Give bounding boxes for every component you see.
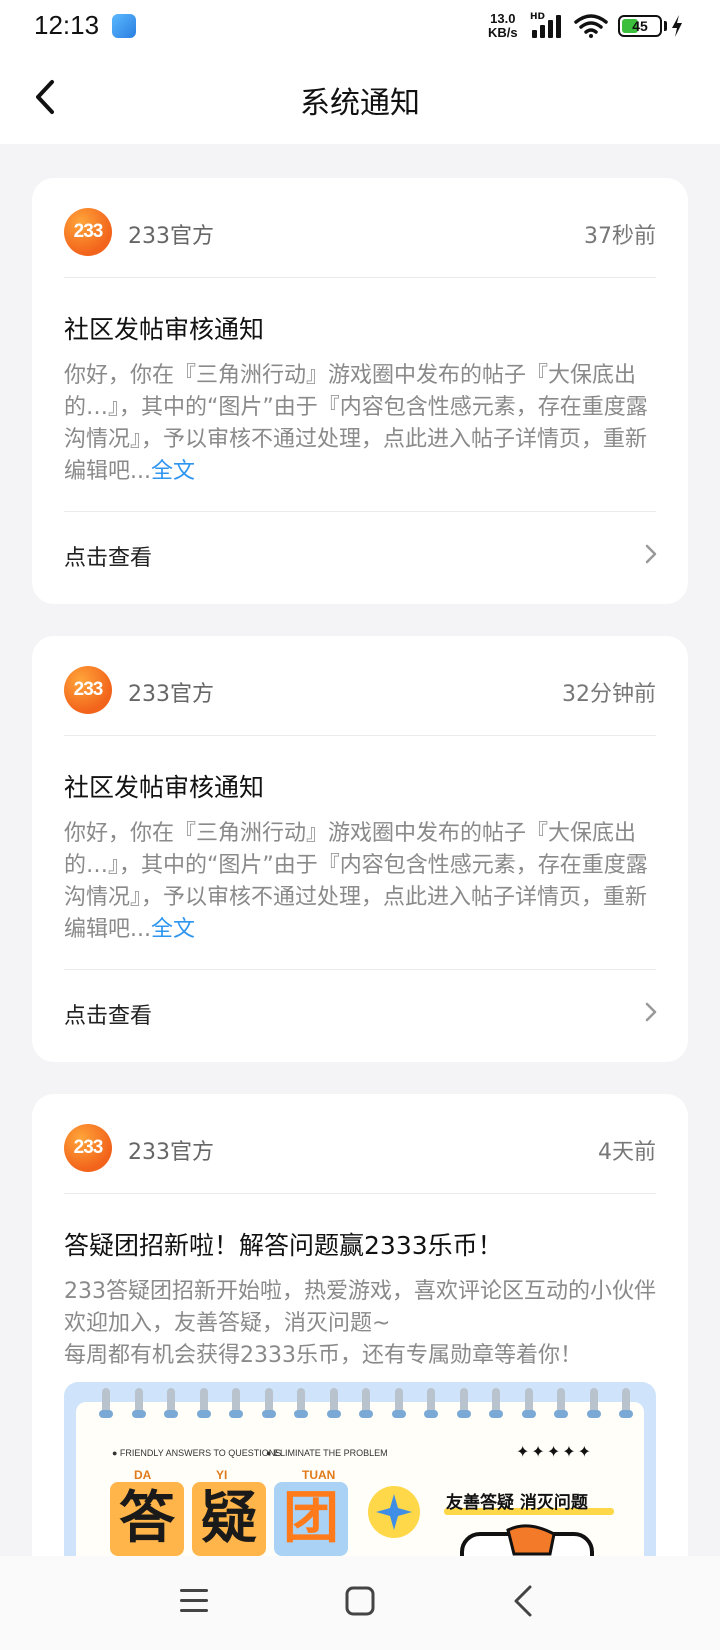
banner-char: 团 [274,1482,348,1556]
home-icon[interactable] [332,1576,388,1626]
avatar[interactable]: 233 [64,1124,112,1172]
card-header: 233 233官方 37秒前 [64,208,656,258]
notification-card[interactable]: 233 233官方 4天前 答疑团招新啦！解答问题赢2333乐币！ 233答疑团… [32,1094,688,1556]
banner-tag: ● FRIENDLY ANSWERS TO QUESTIONS [112,1448,282,1458]
calendar-ring-hole [521,1410,536,1418]
full-text-link[interactable]: 全文 [151,459,195,484]
notification-body: 你好，你在『三角洲行动』游戏圈中发布的帖子『大保底出的…』，其中的“图片”由于『… [64,360,656,488]
view-details-label: 点击查看 [64,546,153,571]
divider [64,1193,656,1194]
calendar-ring-hole [294,1410,308,1418]
battery-icon: 45 [618,15,662,37]
network-speed: 13.0 KB/s [488,12,518,40]
timestamp: 37秒前 [584,224,656,249]
view-details-label: 点击查看 [64,1004,153,1029]
system-nav-bar [0,1556,720,1650]
notification-body: 你好，你在『三角洲行动』游戏圈中发布的帖子『大保底出的…』，其中的“图片”由于『… [64,818,656,946]
banner-calendar: ● FRIENDLY ANSWERS TO QUESTIONS ● ELIMIN… [76,1402,644,1556]
notification-text: 233答疑团招新开始啦，热爱游戏，喜欢评论区互动的小伙伴欢迎加入，友善答疑，消灭… [64,1279,656,1336]
battery-level: 45 [632,18,648,34]
status-time: 12:13 [34,10,100,40]
signal-icon [532,15,561,38]
notification-title: 答疑团招新啦！解答问题赢2333乐币！ [64,1231,503,1260]
sender-name: 233官方 [128,682,214,707]
banner-slogan: 友善答疑 消灭问题 [446,1493,588,1513]
card-header: 233 233官方 4天前 [64,1124,656,1174]
timestamp: 32分钟前 [562,682,656,707]
calendar-ring-hole [196,1410,211,1418]
calendar-ring-hole [424,1410,438,1418]
pinyin-label: YI [216,1468,228,1482]
calendar-ring-hole [456,1410,471,1418]
sender-name: 233官方 [128,1140,214,1165]
avatar[interactable]: 233 [64,666,112,714]
page-title: 系统通知 [300,86,420,121]
calendar-ring-hole [229,1410,243,1418]
network-speed-unit: KB/s [488,25,518,40]
status-bar: 12:13 13.0 KB/s HD 45 [0,0,720,52]
chevron-right-icon [645,1002,657,1022]
pinyin-label: DA [134,1468,152,1482]
notification-body: 233答疑团招新开始啦，热爱游戏，喜欢评论区互动的小伙伴欢迎加入，友善答疑，消灭… [64,1276,656,1372]
wifi-icon [574,14,608,38]
sender-name: 233官方 [128,224,214,249]
calendar-ring-hole [619,1410,633,1418]
nav-bar: 系统通知 [0,52,720,144]
calendar-ring-hole [554,1410,568,1418]
calendar-ring-hole [164,1410,178,1418]
stars-decoration: ✦✦✦✦✦ [516,1442,594,1461]
battery-tip [664,21,667,31]
mascot-icon [460,1524,594,1556]
notification-card[interactable]: 233 233官方 37秒前 社区发帖审核通知 你好，你在『三角洲行动』游戏圈中… [32,178,688,604]
full-text-link[interactable]: 全文 [151,917,195,942]
promo-banner[interactable]: ● FRIENDLY ANSWERS TO QUESTIONS ● ELIMIN… [64,1382,656,1556]
chevron-right-icon [645,544,657,564]
calendar-ring-hole [391,1410,406,1418]
notification-title: 社区发帖审核通知 [64,773,265,802]
calendar-ring-hole [359,1410,373,1418]
sparkle-icon [368,1486,420,1538]
timestamp: 4天前 [598,1140,656,1165]
calendar-ring-hole [489,1410,503,1418]
card-header: 233 233官方 32分钟前 [64,666,656,716]
view-details-row[interactable]: 点击查看 [32,970,688,1056]
notification-title: 社区发帖审核通知 [64,315,265,344]
notification-text: 每周都有机会获得2333乐币，还有专属勋章等着你！ [64,1343,582,1368]
view-details-row[interactable]: 点击查看 [32,512,688,598]
app-notification-icon [112,14,136,38]
pinyin-label: TUAN [302,1468,336,1482]
calendar-ring-hole [326,1410,341,1418]
calendar-ring-hole [99,1410,113,1418]
banner-tag: ● ELIMINATE THE PROBLEM [266,1448,388,1458]
calendar-ring-hole [586,1410,601,1418]
calendar-ring-hole [131,1410,146,1418]
menu-icon[interactable] [166,1576,222,1626]
banner-char: 疑 [192,1482,266,1556]
divider [64,735,656,736]
network-speed-value: 13.0 [490,11,516,26]
divider [64,277,656,278]
avatar[interactable]: 233 [64,208,112,256]
banner-char: 答 [110,1482,184,1556]
charging-icon [672,15,682,37]
notification-card[interactable]: 233 233官方 32分钟前 社区发帖审核通知 你好，你在『三角洲行动』游戏圈… [32,636,688,1062]
back-nav-icon[interactable] [496,1576,552,1626]
calendar-ring-hole [261,1410,276,1418]
